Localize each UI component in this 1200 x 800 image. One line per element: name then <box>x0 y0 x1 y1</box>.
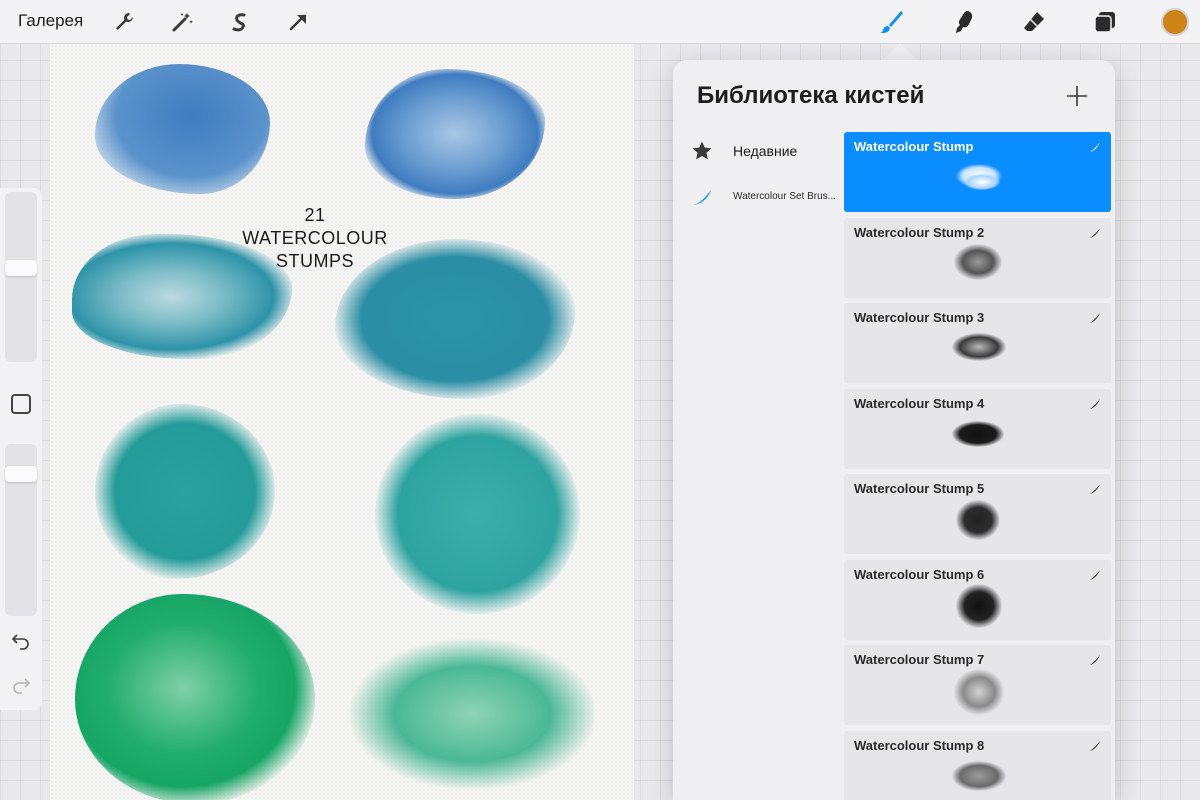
brush-name: Watercolour Stump 8 <box>854 737 985 753</box>
brush-stroke-preview <box>948 327 1008 375</box>
brush-edit-icon[interactable] <box>1089 739 1101 751</box>
brush-name: Watercolour Stump 2 <box>854 224 985 240</box>
brush-set-label: Watercolour Set Brus... <box>733 191 836 202</box>
layers-icon[interactable] <box>1091 8 1119 36</box>
brush-set-label: Недавние <box>733 143 798 159</box>
brush-set-watercolour[interactable]: Watercolour Set Brus... <box>673 176 845 222</box>
brush-name: Watercolour Stump <box>854 139 974 154</box>
brush-stroke-preview <box>948 156 1008 204</box>
brush-edit-icon[interactable] <box>1089 397 1101 409</box>
left-sidebar <box>0 188 42 710</box>
eraser-icon[interactable] <box>1020 8 1048 36</box>
undo-icon[interactable] <box>11 630 31 650</box>
modify-button[interactable] <box>11 394 31 414</box>
brush-set-recent[interactable]: Недавние <box>673 130 845 176</box>
brush-edit-icon[interactable] <box>1089 568 1101 580</box>
brush-item[interactable]: Watercolour Stump 5 <box>844 474 1111 554</box>
brush-stroke-preview <box>948 755 1008 800</box>
blue-stain <box>365 69 545 199</box>
brush-stroke-preview <box>948 413 1008 461</box>
brush-name: Watercolour Stump 4 <box>854 395 985 411</box>
canvas-title-line-1: 21 WATERCOLOUR <box>242 205 388 248</box>
brush-stroke-preview <box>948 583 1008 632</box>
smudge-icon[interactable] <box>950 8 978 36</box>
gallery-button[interactable]: Галерея <box>18 11 83 31</box>
brush-item[interactable]: Watercolour Stump 4 <box>844 388 1111 469</box>
turquoise-stain <box>375 414 580 614</box>
brush-stroke-preview <box>948 242 1008 290</box>
brush-stroke-preview <box>948 669 1008 717</box>
transform-arrow-icon[interactable] <box>284 8 312 36</box>
brush-name: Watercolour Stump 7 <box>854 652 985 667</box>
brush-item[interactable]: Watercolour Stump 7 <box>844 645 1111 725</box>
mint-stain <box>350 639 595 789</box>
brush-size-slider[interactable] <box>5 192 37 362</box>
opacity-knob[interactable] <box>5 466 37 482</box>
add-icon[interactable] <box>1065 84 1089 108</box>
brush-stroke-icon <box>691 186 713 208</box>
selection-icon[interactable] <box>226 8 254 36</box>
color-swatch[interactable] <box>1161 8 1189 36</box>
green-stain <box>75 594 315 800</box>
brush-item[interactable]: Watercolour Stump 3 <box>844 303 1111 383</box>
brush-item[interactable]: Watercolour Stump 2 <box>844 217 1111 298</box>
opacity-slider[interactable] <box>5 444 37 616</box>
brush-edit-icon[interactable] <box>1089 653 1101 665</box>
brush-name: Watercolour Stump 6 <box>854 566 985 582</box>
brush-edit-icon[interactable] <box>1089 226 1101 238</box>
brush-library-panel: Библиотека кистей Недавние Watercolour S… <box>673 60 1115 800</box>
drawing-canvas[interactable]: 21 WATERCOLOUR STUMPS <box>50 44 634 800</box>
redo-icon[interactable] <box>11 674 31 694</box>
brush-item[interactable]: Watercolour Stump 8 <box>844 730 1111 800</box>
magic-wand-icon[interactable] <box>168 8 196 36</box>
brush-sets-list: Недавние Watercolour Set Brus... <box>673 130 845 222</box>
brush-stroke-preview <box>948 498 1008 546</box>
brush-library-title: Библиотека кистей <box>697 82 925 109</box>
top-toolbar: Галерея <box>0 0 1200 44</box>
teal-stain <box>72 234 292 359</box>
brush-item[interactable]: Watercolour Stump <box>844 132 1111 212</box>
brush-list: Watercolour Stump Watercolour Stump 2 Wa… <box>844 132 1111 800</box>
teal-stain <box>335 239 575 399</box>
star-icon <box>691 140 713 162</box>
brush-size-knob[interactable] <box>5 260 37 276</box>
brush-name: Watercolour Stump 5 <box>854 481 985 496</box>
wrench-icon[interactable] <box>110 8 138 36</box>
brush-edit-icon[interactable] <box>1089 140 1101 152</box>
brush-edit-icon[interactable] <box>1089 311 1101 323</box>
blue-stain <box>95 64 270 194</box>
brush-item[interactable]: Watercolour Stump 6 <box>844 559 1111 640</box>
turquoise-stain <box>95 404 275 579</box>
brush-edit-icon[interactable] <box>1089 482 1101 494</box>
brush-name: Watercolour Stump 3 <box>854 310 985 325</box>
brush-icon[interactable] <box>877 8 905 36</box>
